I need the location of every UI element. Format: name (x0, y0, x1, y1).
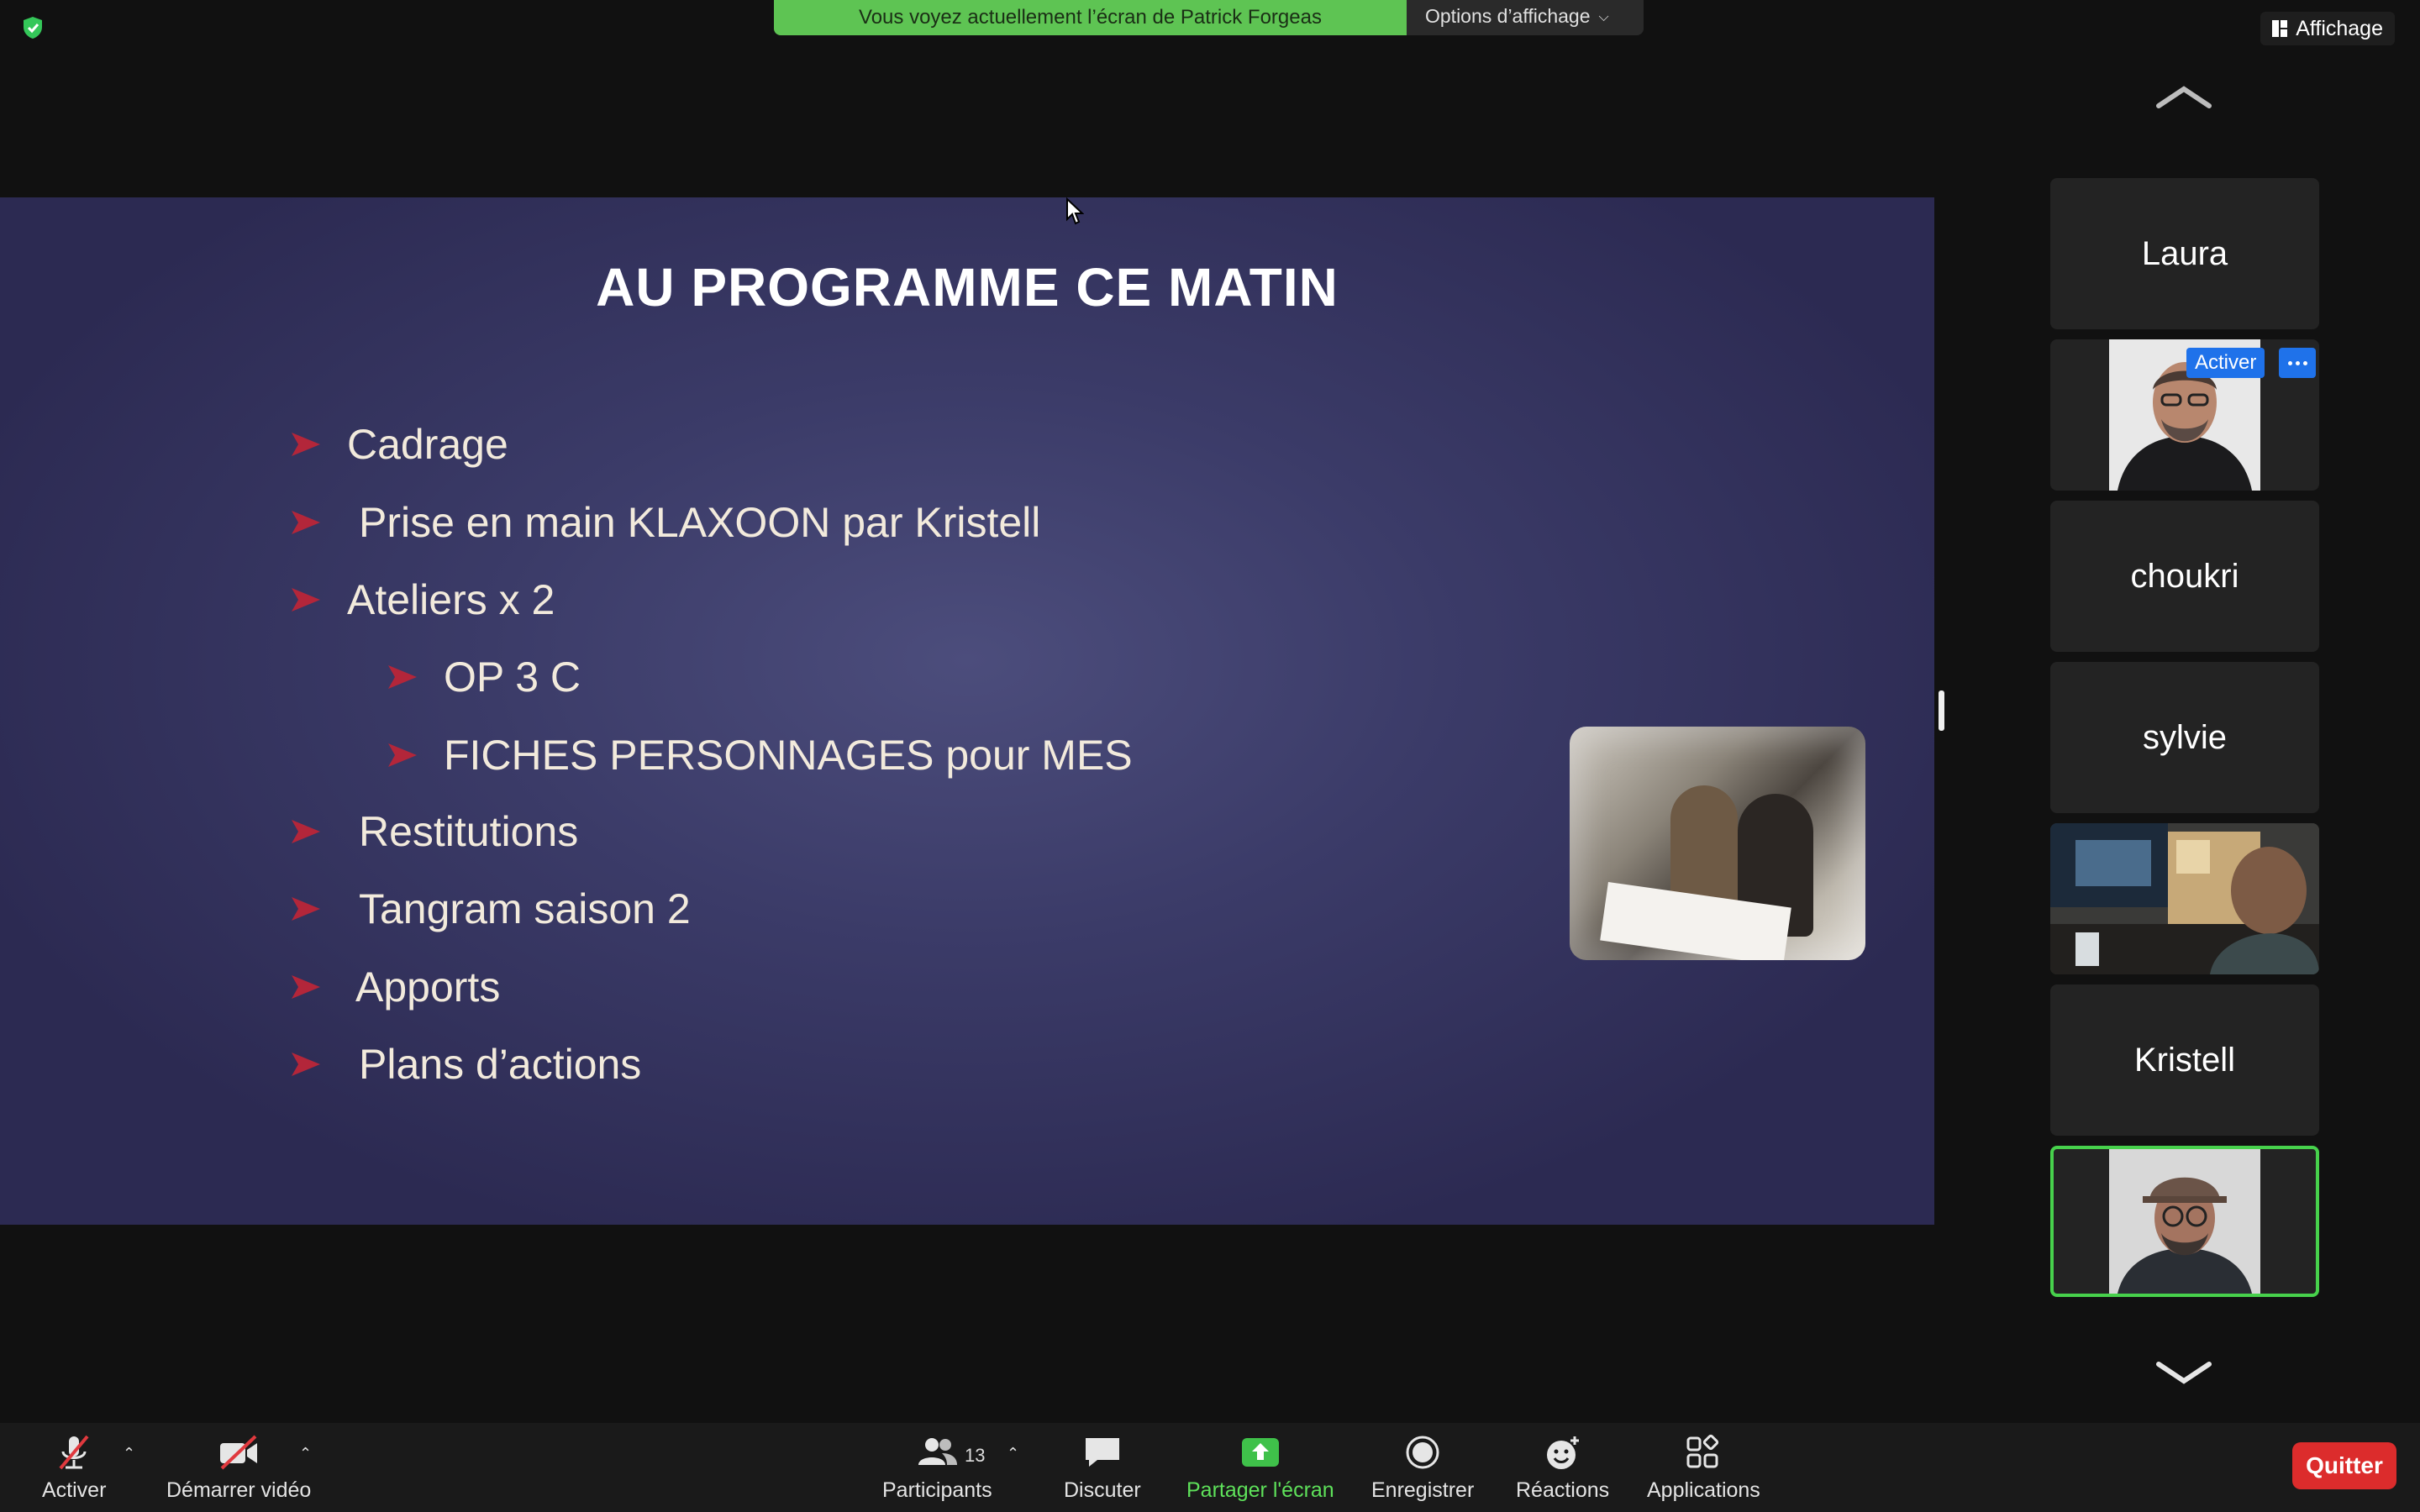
record-icon (1406, 1436, 1439, 1469)
view-options-button[interactable]: Options d’affichage ⌵ (1407, 0, 1644, 35)
start-video-label: Démarrer vidéo (166, 1478, 312, 1502)
chat-icon (1085, 1438, 1119, 1467)
arrow-bullet-icon (292, 588, 320, 612)
video-off-icon (220, 1435, 258, 1470)
security-shield-icon[interactable] (20, 15, 45, 40)
arrow-bullet-icon (388, 743, 417, 767)
participant-tile[interactable]: sylvie (2050, 662, 2319, 813)
layout-icon (2272, 20, 2288, 37)
slide-sub-bullet: OP 3 C (387, 653, 581, 701)
apps-button[interactable]: Applications (1647, 1433, 1760, 1503)
participant-tile[interactable]: choukri (2050, 501, 2319, 652)
participants-icon (918, 1438, 958, 1465)
participants-caret-icon[interactable]: ⌃ (1007, 1445, 1019, 1462)
participant-tile[interactable]: Laura (2050, 178, 2319, 329)
participants-button[interactable]: Participants (882, 1433, 992, 1503)
reactions-label: Réactions (1516, 1478, 1610, 1502)
view-layout-label: Affichage (2296, 17, 2383, 40)
arrow-bullet-icon (292, 897, 320, 921)
slide-photo (1570, 727, 1865, 960)
active-speaker-tile[interactable] (2050, 1146, 2319, 1297)
share-screen-label: Partager l'écran (1186, 1478, 1334, 1502)
video-options-caret-icon[interactable]: ⌃ (299, 1445, 312, 1462)
arrow-bullet-icon (292, 1053, 320, 1076)
chevron-up-icon[interactable] (2154, 84, 2214, 109)
chevron-down-icon[interactable] (2154, 1361, 2214, 1386)
reactions-icon (1546, 1436, 1579, 1469)
slide-bullet: Plans d’actions (290, 1040, 641, 1089)
slide-title: AU PROGRAMME CE MATIN (596, 257, 1339, 318)
panel-resize-handle[interactable] (1939, 690, 1944, 731)
screen-share-banner: Vous voyez actuellement l’écran de Patri… (774, 0, 1407, 35)
arrow-bullet-icon (292, 820, 320, 843)
start-video-button[interactable]: Démarrer vidéo (166, 1433, 311, 1503)
share-screen-icon (1241, 1438, 1279, 1467)
participant-video (2050, 823, 2319, 974)
apps-icon (1686, 1434, 1719, 1468)
slide-bullet: Tangram saison 2 (290, 885, 691, 933)
unmute-label: Activer (42, 1478, 107, 1502)
reactions-button[interactable]: Réactions (1516, 1433, 1609, 1503)
participant-name: Kristell (2133, 1041, 2236, 1079)
participant-tile[interactable] (2050, 823, 2319, 974)
slide-bullet: Cadrage (290, 420, 508, 469)
chevron-down-icon: ⌵ (1598, 10, 1609, 24)
unmute-participant-button[interactable]: Activer (2186, 348, 2265, 378)
slide-bullet: Prise en main KLAXOON par Kristell (290, 498, 1040, 547)
slide-bullet: Ateliers x 2 (290, 575, 555, 624)
unmute-button[interactable]: Activer (42, 1433, 106, 1503)
more-options-button[interactable] (2279, 348, 2316, 378)
meeting-toolbar: Activer ⌃ Démarrer vidéo ⌃ Participants … (0, 1423, 2420, 1512)
shared-screen: AU PROGRAMME CE MATIN Cadrage Prise en m… (0, 197, 1934, 1225)
participant-name: sylvie (2142, 718, 2228, 756)
mouse-cursor-icon (1066, 197, 1084, 225)
quit-button[interactable]: Quitter (2292, 1442, 2396, 1489)
chat-label: Discuter (1064, 1478, 1141, 1502)
arrow-bullet-icon (292, 975, 320, 999)
view-options-label: Options d’affichage (1425, 5, 1591, 27)
slide-bullet: Restitutions (290, 807, 578, 856)
participant-name: choukri (2130, 557, 2239, 595)
arrow-bullet-icon (292, 511, 320, 534)
participant-tile[interactable]: Kristell (2050, 984, 2319, 1136)
record-button[interactable]: Enregistrer (1371, 1433, 1474, 1503)
participants-count: 13 (965, 1445, 986, 1466)
chat-button[interactable]: Discuter (1064, 1433, 1141, 1503)
slide-sub-bullet: FICHES PERSONNAGES pour MES (387, 731, 1133, 780)
participants-label: Participants (882, 1478, 992, 1502)
participant-video (2109, 1149, 2260, 1294)
participant-tile[interactable]: Activer (2050, 339, 2319, 491)
screen-share-text: Vous voyez actuellement l’écran de Patri… (859, 6, 1322, 29)
audio-options-caret-icon[interactable]: ⌃ (123, 1445, 135, 1462)
apps-label: Applications (1647, 1478, 1760, 1502)
arrow-bullet-icon (388, 665, 417, 689)
view-layout-button[interactable]: Affichage (2260, 12, 2395, 45)
participant-name: Laura (2141, 234, 2228, 272)
record-label: Enregistrer (1371, 1478, 1475, 1502)
slide-bullet: Apports (290, 963, 500, 1011)
arrow-bullet-icon (292, 433, 320, 456)
share-screen-button[interactable]: Partager l'écran (1186, 1433, 1334, 1503)
muted-mic-icon (59, 1435, 89, 1470)
